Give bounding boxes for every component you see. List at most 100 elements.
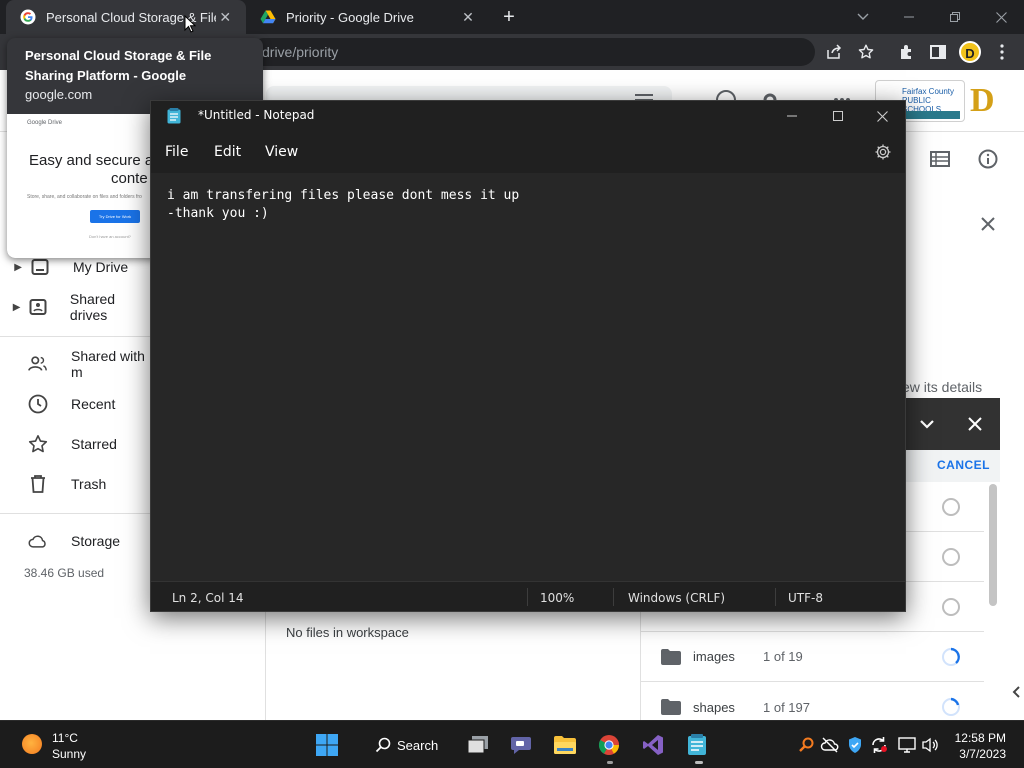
notepad-taskbar-button[interactable]: [681, 729, 713, 761]
folder-icon: [554, 736, 576, 754]
notepad-close-icon[interactable]: [859, 101, 905, 131]
notepad-settings-gear-icon[interactable]: [874, 143, 892, 161]
close-window-icon[interactable]: [978, 0, 1024, 34]
sidebar-item-shared-drives[interactable]: ▶ Shared drives: [0, 287, 150, 327]
sidebar-item-starred[interactable]: Starred: [0, 424, 150, 464]
progress-ring-icon: [942, 647, 960, 666]
upload-scrollbar[interactable]: [989, 484, 997, 606]
status-separator: [527, 588, 528, 606]
line-ending: Windows (CRLF): [628, 591, 726, 605]
storage-used-text: 38.46 GB used: [24, 566, 105, 580]
display-icon[interactable]: [897, 735, 917, 755]
trash-icon: [28, 474, 48, 494]
side-panel-icon[interactable]: [928, 42, 948, 62]
expand-caret-icon[interactable]: ▶: [0, 302, 28, 313]
task-view-icon: [467, 736, 488, 754]
notepad-titlebar[interactable]: *Untitled - Notepad: [151, 101, 905, 131]
chrome-button[interactable]: [593, 729, 625, 761]
sidebar-item-label: Shared drives: [69, 291, 116, 323]
sidebar-item-trash[interactable]: Trash: [0, 464, 150, 504]
browser-menu-icon[interactable]: [992, 42, 1012, 62]
drive-icon: [30, 257, 50, 277]
side-panel-chevron-icon[interactable]: [1004, 680, 1024, 704]
notepad-text-area[interactable]: i am transfering files please dont mess …: [151, 173, 905, 581]
new-tab-button[interactable]: +: [498, 6, 520, 28]
menu-edit[interactable]: Edit: [214, 144, 241, 160]
encoding: UTF-8: [788, 591, 823, 605]
restore-icon[interactable]: [932, 0, 978, 34]
security-shield-icon[interactable]: [845, 735, 865, 755]
browser-tab-strip: Personal Cloud Storage & File Sh ✕ Prior…: [0, 0, 1024, 34]
org-logo-letter: D: [970, 82, 995, 119]
details-hint: ew its details: [902, 379, 983, 395]
sidebar-item-recent[interactable]: Recent: [0, 384, 150, 424]
sidebar-item-storage[interactable]: Storage: [0, 521, 150, 561]
list-view-icon[interactable]: [928, 147, 952, 171]
cancel-upload-button[interactable]: CANCEL: [937, 458, 990, 472]
sidebar-item-shared-with-me[interactable]: Shared with m: [0, 344, 150, 384]
visual-studio-button[interactable]: [637, 729, 669, 761]
weather-temperature[interactable]: 11°C: [52, 731, 78, 745]
collapse-chevron-icon[interactable]: [915, 412, 939, 436]
search-icon: [375, 737, 391, 753]
google-icon: [20, 9, 36, 25]
close-upload-icon[interactable]: [963, 412, 987, 436]
hover-card-title: Personal Cloud Storage & File Sharing Pl…: [25, 48, 212, 83]
upload-row-images[interactable]: images 1 of 19: [641, 632, 984, 682]
chrome-icon: [598, 735, 620, 755]
text-line: -thank you :): [167, 206, 269, 221]
running-indicator: [607, 761, 613, 764]
sun-icon[interactable]: [22, 734, 42, 754]
cursor-position: Ln 2, Col 14: [172, 591, 244, 605]
info-icon[interactable]: [976, 147, 1000, 171]
extensions-icon[interactable]: [896, 42, 916, 62]
tab-personal-cloud-storage[interactable]: Personal Cloud Storage & File Sh ✕: [6, 0, 246, 34]
taskbar-search-button[interactable]: Search: [367, 729, 453, 761]
expand-caret-icon[interactable]: ▶: [0, 262, 30, 273]
windows-taskbar: 11°C Sunny Search 12:58 PM 3/7/2023: [0, 720, 1024, 768]
notepad-menubar: File Edit View: [151, 131, 905, 173]
bookmark-star-icon[interactable]: [856, 42, 876, 62]
close-details-icon[interactable]: [976, 212, 1000, 236]
notepad-maximize-icon[interactable]: [815, 101, 861, 131]
notepad-minimize-icon[interactable]: [769, 101, 815, 131]
volume-icon[interactable]: [920, 735, 940, 755]
tab-priority-google-drive[interactable]: Priority - Google Drive ✕: [246, 0, 490, 34]
profile-avatar[interactable]: D: [959, 41, 981, 63]
start-button[interactable]: [311, 729, 343, 761]
tab-close-icon[interactable]: ✕: [216, 9, 234, 26]
onedrive-offline-icon[interactable]: [820, 735, 840, 755]
folder-icon: [661, 648, 681, 665]
tab-close-icon[interactable]: ✕: [458, 9, 478, 26]
teams-chat-button[interactable]: [505, 729, 537, 761]
preview-button: Try Drive for Work: [90, 210, 140, 223]
preview-footer: Don't have an account?: [89, 234, 131, 239]
minimize-icon[interactable]: [886, 0, 932, 34]
status-separator: [775, 588, 776, 606]
notepad-window: *Untitled - Notepad File Edit View i am …: [150, 100, 906, 612]
sidebar-item-label: Recent: [71, 396, 116, 412]
clock-date: 3/7/2023: [959, 747, 1006, 761]
star-icon: [28, 434, 48, 454]
menu-file[interactable]: File: [165, 144, 188, 160]
system-clock[interactable]: 12:58 PM 3/7/2023: [952, 730, 1006, 762]
address-bar[interactable]: drive/priority: [250, 38, 815, 66]
windows-logo-icon: [316, 734, 338, 756]
tab-search-icon[interactable]: [840, 0, 886, 34]
weather-condition[interactable]: Sunny: [52, 747, 86, 761]
menu-view[interactable]: View: [265, 144, 298, 160]
hover-card-domain: google.com: [25, 87, 93, 102]
upload-row-name: shapes: [693, 699, 735, 715]
content-divider: [265, 608, 266, 720]
pending-ring-icon: [942, 498, 960, 516]
share-icon[interactable]: [824, 42, 844, 62]
search-tray-icon[interactable]: [796, 735, 816, 755]
mouse-cursor-icon: [184, 15, 196, 33]
taskbar-search-label: Search: [397, 737, 439, 753]
sync-icon[interactable]: [869, 735, 889, 755]
file-explorer-button[interactable]: [549, 729, 581, 761]
pending-ring-icon: [942, 548, 960, 566]
clock-time: 12:58 PM: [954, 731, 1006, 745]
preview-headline-line2: conte: [111, 170, 148, 187]
task-view-button[interactable]: [462, 729, 494, 761]
